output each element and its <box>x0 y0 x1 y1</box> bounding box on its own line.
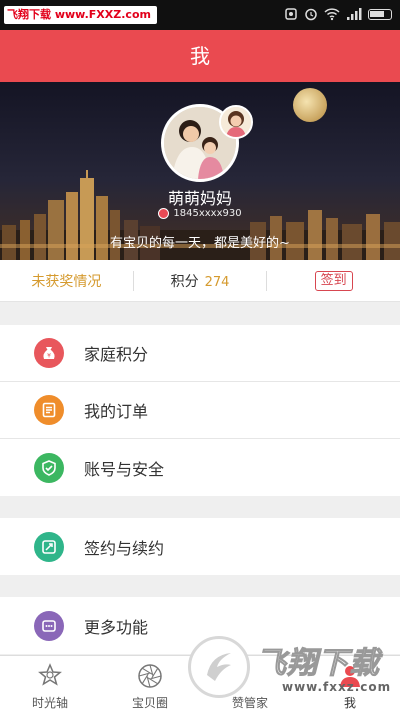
menu-item-label: 更多功能 <box>84 617 149 637</box>
menu-item-label: 签约与续约 <box>84 538 165 558</box>
menu-item-label: 家庭积分 <box>84 345 149 364</box>
signal-icon <box>347 8 362 20</box>
tab-timeline[interactable]: 时光轴 <box>0 656 100 712</box>
nfc-icon <box>285 8 297 20</box>
menu-item-label: 账号与安全 <box>84 459 165 479</box>
menu-item-account-security[interactable]: 账号与安全 <box>0 439 400 496</box>
phone-number: 1845xxxx930 <box>173 208 242 219</box>
checkin-cell: 签到 <box>267 270 400 291</box>
watermark-url: www.fxxz.com <box>282 680 392 694</box>
tab-baby-circle[interactable]: 宝贝圈 <box>100 656 200 712</box>
shield-icon <box>34 452 64 483</box>
child-avatar-photo <box>221 107 251 137</box>
money-bag-icon: ¥ <box>34 338 64 368</box>
menu-item-family-points[interactable]: ¥ 家庭积分 <box>0 325 400 382</box>
phone-row: 1845xxxx930 <box>0 208 400 219</box>
motto-text: 有宝贝的每一天，都是美好的~ <box>110 236 290 251</box>
contract-icon <box>34 531 64 562</box>
watermark-overlay: 飞翔下载 www.fxxz.com <box>186 632 400 712</box>
watermark-text: 飞翔下载 <box>256 646 380 682</box>
award-status-link[interactable]: 未获奖情况 <box>0 271 133 291</box>
aperture-icon <box>135 661 165 691</box>
svg-text:¥: ¥ <box>47 353 51 360</box>
moon-decoration <box>293 88 327 122</box>
status-bar: 飞翔下载 www.FXXZ.com <box>0 0 400 30</box>
points-label: 积分 <box>170 273 199 290</box>
watermark-label: 飞翔下载 www.FXXZ.com <box>4 6 157 24</box>
phone-icon <box>158 208 170 219</box>
screen: 飞翔下载 www.FXXZ.com 我 萌萌妈妈 1845xxxx930 有宝贝… <box>0 0 400 712</box>
status-icons <box>284 7 392 21</box>
timeline-icon <box>35 661 65 691</box>
wifi-icon <box>324 8 340 21</box>
points-display[interactable]: 积分 274 <box>134 271 267 291</box>
child-avatar[interactable] <box>219 105 253 139</box>
battery-icon <box>368 8 392 20</box>
alarm-icon <box>305 8 317 21</box>
tab-label: 宝贝圈 <box>131 696 168 710</box>
checkin-button[interactable]: 签到 <box>314 270 353 291</box>
menu-group-contract: 签约与续约 <box>0 518 400 575</box>
profile-banner: 萌萌妈妈 1845xxxx930 有宝贝的每一天，都是美好的~ <box>0 82 400 260</box>
order-list-icon <box>34 395 64 425</box>
nickname: 萌萌妈妈 <box>167 189 232 208</box>
stats-row: 未获奖情况 积分 274 签到 <box>0 260 400 302</box>
more-icon <box>34 610 64 641</box>
menu-item-my-orders[interactable]: 我的订单 <box>0 382 400 439</box>
menu-group-account: ¥ 家庭积分 我的订单 账号与安全 <box>0 325 400 496</box>
watermark-logo-icon <box>188 636 250 698</box>
page-title: 我 <box>0 30 400 82</box>
menu-item-label: 我的订单 <box>84 402 149 421</box>
menu-item-contract[interactable]: 签约与续约 <box>0 518 400 575</box>
tab-label: 时光轴 <box>31 696 68 710</box>
points-value: 274 <box>204 274 230 290</box>
